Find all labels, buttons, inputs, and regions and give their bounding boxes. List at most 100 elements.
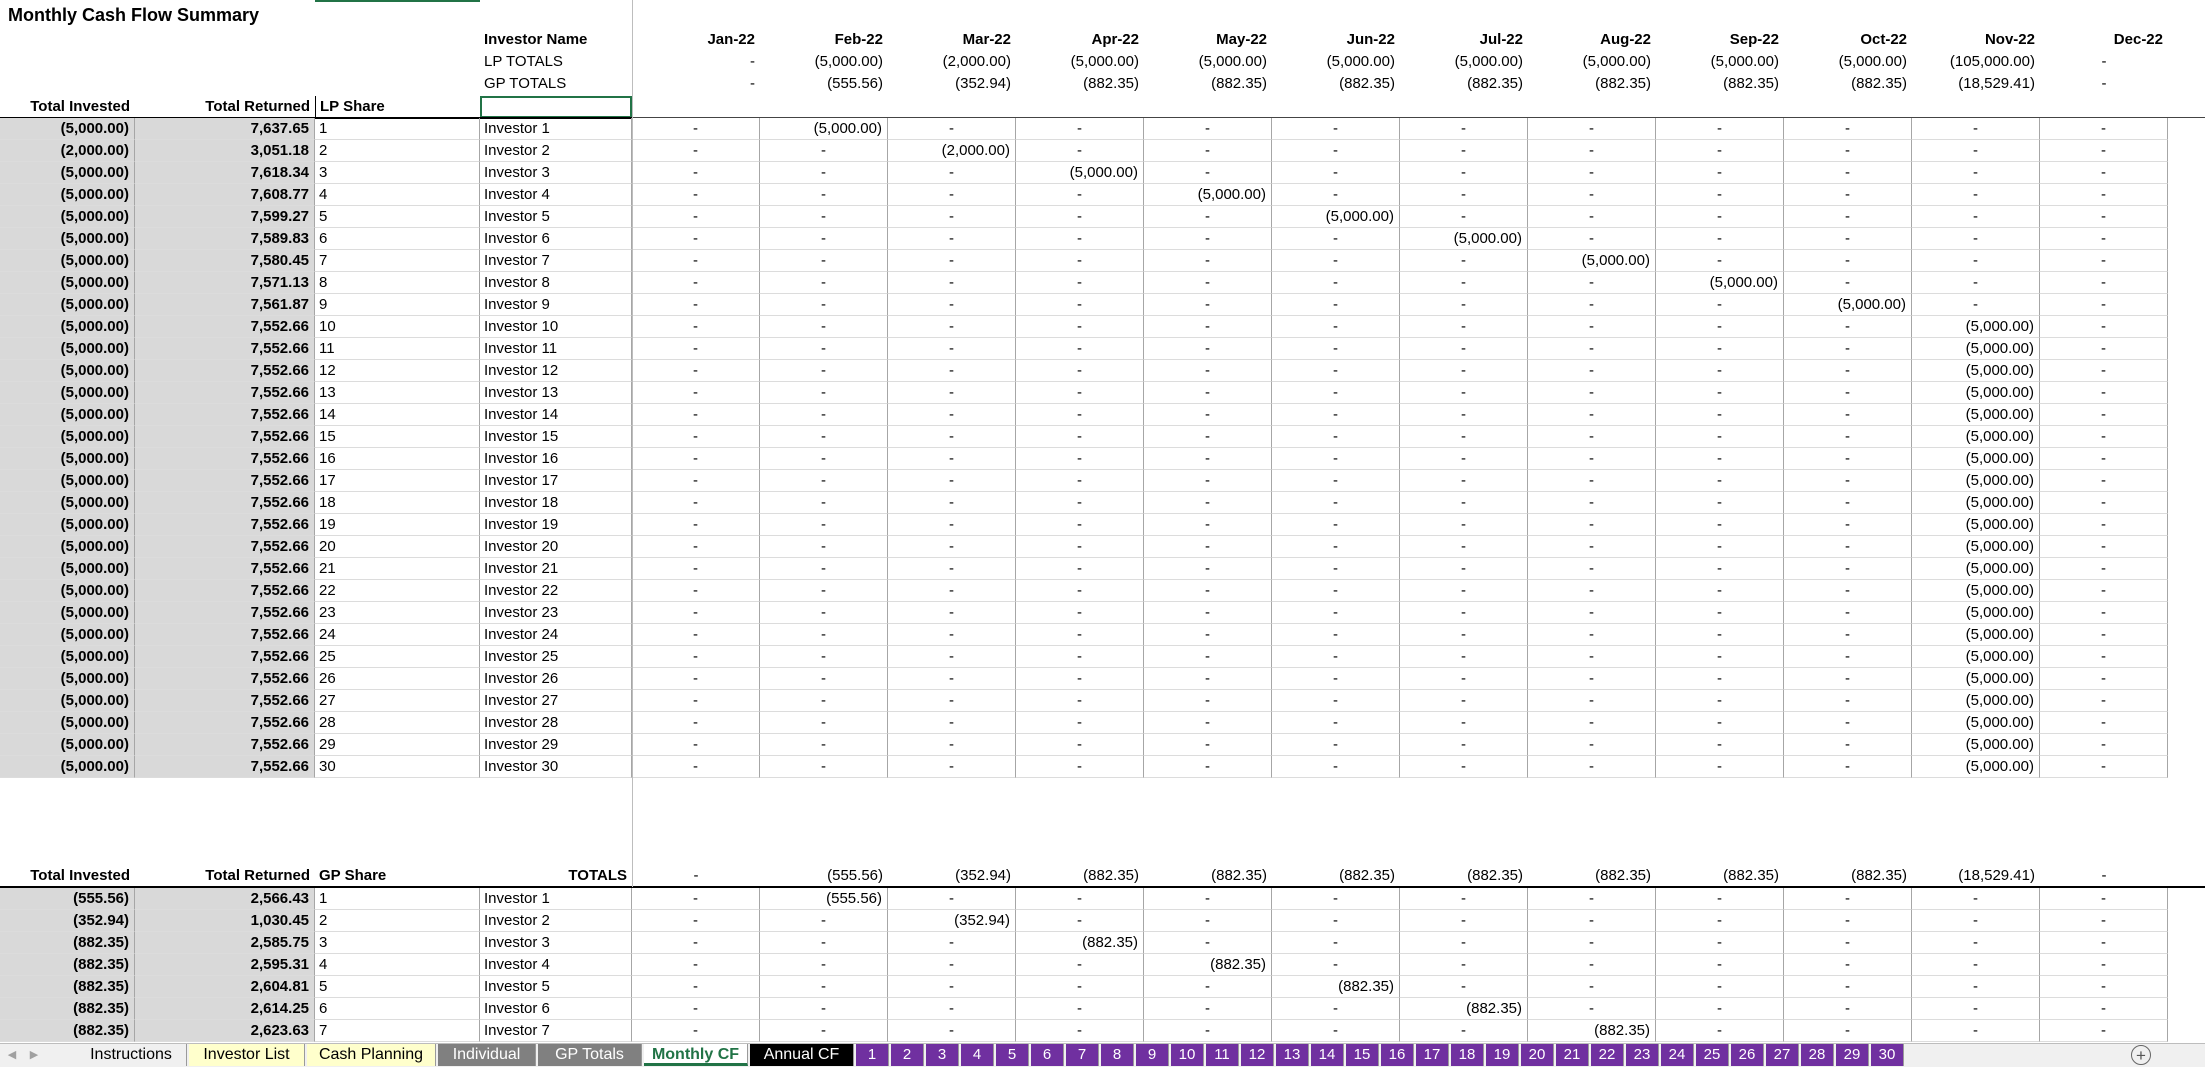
- lp-month-cell[interactable]: -: [888, 118, 1016, 140]
- gp-month-cell[interactable]: -: [1784, 1020, 1912, 1042]
- lp-month-cell[interactable]: -: [760, 382, 888, 404]
- lp-month-cell[interactable]: -: [1144, 118, 1272, 140]
- lp-month-cell[interactable]: -: [632, 250, 760, 272]
- lp-month-cell[interactable]: -: [1016, 712, 1144, 734]
- lp-month-cell[interactable]: -: [1144, 492, 1272, 514]
- lp-month-cell[interactable]: -: [2040, 228, 2168, 250]
- lp-month-cell[interactable]: -: [760, 690, 888, 712]
- lp-month-cell[interactable]: -: [1400, 250, 1528, 272]
- lp-month-cell[interactable]: -: [1144, 316, 1272, 338]
- lp-month-cell[interactable]: (5,000.00): [1912, 338, 2040, 360]
- lp-month-cell[interactable]: -: [1272, 646, 1400, 668]
- lp-month-cell[interactable]: -: [1144, 536, 1272, 558]
- tab-scroll-right-icon[interactable]: ▶: [24, 1044, 44, 1066]
- lp-share-cell[interactable]: 10: [315, 316, 480, 338]
- lp-month-cell[interactable]: -: [1784, 316, 1912, 338]
- lp-month-cell[interactable]: -: [1528, 668, 1656, 690]
- lp-month-cell[interactable]: (5,000.00): [1912, 360, 2040, 382]
- lp-total-invested-cell[interactable]: (5,000.00): [0, 272, 135, 294]
- gp-total-returned-cell[interactable]: 2,604.81: [135, 976, 315, 998]
- gp-month-cell[interactable]: -: [888, 1020, 1016, 1042]
- gp-month-cell[interactable]: -: [1400, 910, 1528, 932]
- gp-total-returned-cell[interactable]: 2,623.63: [135, 1020, 315, 1042]
- gp-share-cell[interactable]: 2: [315, 910, 480, 932]
- lp-month-cell[interactable]: -: [1272, 734, 1400, 756]
- lp-month-cell[interactable]: -: [888, 514, 1016, 536]
- lp-month-cell[interactable]: -: [1016, 228, 1144, 250]
- gp-total-cell[interactable]: (882.35): [1272, 73, 1400, 95]
- lp-month-cell[interactable]: -: [1528, 338, 1656, 360]
- lp-month-cell[interactable]: -: [1656, 624, 1784, 646]
- gp-month-cell[interactable]: -: [1016, 910, 1144, 932]
- lp-month-cell[interactable]: -: [1528, 228, 1656, 250]
- sheet-tab[interactable]: 3: [926, 1044, 959, 1066]
- gp-month-cell[interactable]: -: [760, 954, 888, 976]
- lp-month-cell[interactable]: -: [1144, 470, 1272, 492]
- lp-share-cell[interactable]: 5: [315, 206, 480, 228]
- lp-month-cell[interactable]: -: [632, 756, 760, 778]
- lp-total-returned-cell[interactable]: 7,552.66: [135, 536, 315, 558]
- lp-month-cell[interactable]: -: [632, 360, 760, 382]
- lp-month-cell[interactable]: -: [1400, 162, 1528, 184]
- gp-month-cell[interactable]: -: [760, 932, 888, 954]
- gp-month-cell[interactable]: -: [2040, 998, 2168, 1020]
- lp-month-cell[interactable]: -: [1144, 712, 1272, 734]
- lp-month-cell[interactable]: -: [1016, 448, 1144, 470]
- lp-investor-name-cell[interactable]: Investor 2: [480, 140, 632, 162]
- gp-section-total-cell[interactable]: (882.35): [1400, 865, 1528, 887]
- lp-month-cell[interactable]: -: [1528, 426, 1656, 448]
- lp-month-cell[interactable]: -: [1784, 338, 1912, 360]
- lp-month-cell[interactable]: -: [1784, 734, 1912, 756]
- lp-month-cell[interactable]: -: [1656, 118, 1784, 140]
- gp-month-cell[interactable]: -: [1656, 954, 1784, 976]
- gp-month-cell[interactable]: -: [760, 998, 888, 1020]
- lp-month-cell[interactable]: -: [888, 690, 1016, 712]
- gp-month-cell[interactable]: -: [1400, 954, 1528, 976]
- lp-month-cell[interactable]: -: [1528, 140, 1656, 162]
- gp-total-invested-cell[interactable]: (555.56): [0, 888, 135, 910]
- gp-month-cell[interactable]: -: [1400, 888, 1528, 910]
- lp-month-cell[interactable]: (5,000.00): [1912, 404, 2040, 426]
- lp-month-cell[interactable]: -: [1528, 756, 1656, 778]
- lp-share-cell[interactable]: 7: [315, 250, 480, 272]
- lp-month-cell[interactable]: -: [2040, 382, 2168, 404]
- lp-month-cell[interactable]: -: [1144, 162, 1272, 184]
- lp-month-cell[interactable]: -: [1784, 668, 1912, 690]
- lp-month-cell[interactable]: -: [1784, 250, 1912, 272]
- lp-month-cell[interactable]: -: [888, 272, 1016, 294]
- lp-month-cell[interactable]: -: [1528, 602, 1656, 624]
- lp-month-cell[interactable]: -: [1656, 294, 1784, 316]
- lp-total-cell[interactable]: (5,000.00): [1784, 51, 1912, 73]
- lp-investor-name-cell[interactable]: Investor 4: [480, 184, 632, 206]
- gp-investor-name-cell[interactable]: Investor 7: [480, 1020, 632, 1042]
- lp-investor-name-cell[interactable]: Investor 19: [480, 514, 632, 536]
- gp-total-invested-cell[interactable]: (882.35): [0, 1020, 135, 1042]
- lp-month-cell[interactable]: -: [1528, 316, 1656, 338]
- lp-month-cell[interactable]: -: [1016, 602, 1144, 624]
- lp-month-cell[interactable]: (5,000.00): [1912, 690, 2040, 712]
- lp-month-cell[interactable]: -: [1528, 492, 1656, 514]
- lp-month-cell[interactable]: -: [1400, 668, 1528, 690]
- lp-month-cell[interactable]: -: [1016, 382, 1144, 404]
- lp-month-cell[interactable]: -: [1528, 360, 1656, 382]
- lp-month-cell[interactable]: -: [632, 272, 760, 294]
- lp-month-cell[interactable]: -: [1912, 272, 2040, 294]
- lp-month-cell[interactable]: -: [1784, 118, 1912, 140]
- lp-month-cell[interactable]: -: [1144, 272, 1272, 294]
- gp-month-cell[interactable]: (882.35): [1144, 954, 1272, 976]
- sheet-tab[interactable]: 8: [1101, 1044, 1134, 1066]
- gp-month-cell[interactable]: -: [632, 910, 760, 932]
- lp-month-cell[interactable]: -: [1784, 602, 1912, 624]
- lp-total-invested-cell[interactable]: (5,000.00): [0, 360, 135, 382]
- lp-month-cell[interactable]: -: [1528, 294, 1656, 316]
- lp-investor-name-cell[interactable]: Investor 8: [480, 272, 632, 294]
- lp-total-returned-cell[interactable]: 7,552.66: [135, 756, 315, 778]
- lp-month-cell[interactable]: -: [1016, 558, 1144, 580]
- gp-month-cell[interactable]: -: [632, 888, 760, 910]
- lp-month-cell[interactable]: -: [888, 426, 1016, 448]
- lp-share-cell[interactable]: 29: [315, 734, 480, 756]
- sheet-tab[interactable]: 18: [1451, 1044, 1484, 1066]
- lp-month-cell[interactable]: -: [1656, 536, 1784, 558]
- gp-month-cell[interactable]: -: [1528, 932, 1656, 954]
- gp-month-cell[interactable]: (352.94): [888, 910, 1016, 932]
